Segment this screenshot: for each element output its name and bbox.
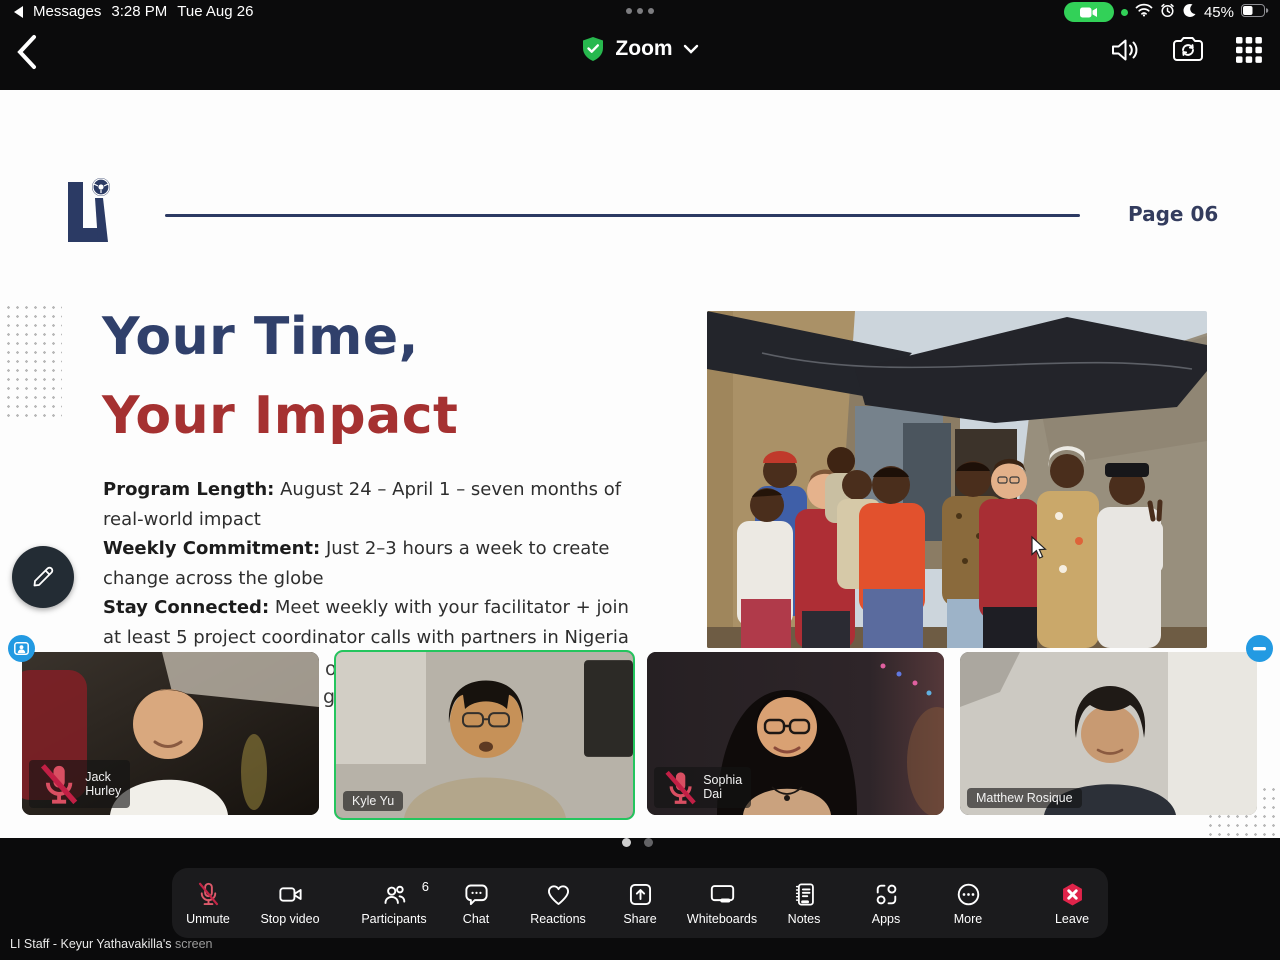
participant-video-kyle-yu-active-speaker[interactable]: Kyle Yu: [334, 650, 635, 820]
zoom-meeting-screen: Messages 3:28 PM Tue Aug 26 45% Zoom Pag…: [0, 0, 1280, 960]
apps-button[interactable]: Apps: [847, 881, 925, 926]
participant-video-jack-hurley[interactable]: Jack Hurley: [22, 652, 319, 815]
slide-title-line2: Your Impact: [102, 386, 459, 446]
unmute-button[interactable]: Unmute: [169, 881, 247, 926]
statusbar-left[interactable]: Messages 3:28 PM Tue Aug 26: [14, 3, 253, 20]
statusbar-right: 45%: [1063, 2, 1269, 22]
multitask-indicator-icon[interactable]: [626, 8, 654, 14]
muted-mic-icon: [40, 763, 78, 804]
stop-video-button[interactable]: Stop video: [251, 881, 329, 926]
nametag: Jack Hurley: [29, 759, 131, 808]
notes-button[interactable]: Notes: [765, 881, 843, 926]
participant-video-sophia-dai[interactable]: Sophia Dai: [647, 652, 944, 815]
nametag: Kyle Yu: [343, 791, 404, 811]
back-to-app-icon: [14, 5, 23, 18]
chat-button[interactable]: Chat: [437, 881, 515, 926]
participants-button[interactable]: 6 Participants: [355, 878, 433, 926]
show-self-view-button[interactable]: [8, 635, 35, 662]
encryption-shield-icon: [583, 37, 604, 61]
annotate-pencil-button[interactable]: [12, 546, 74, 608]
participant-video-matthew-rosique[interactable]: Matthew Rosique: [960, 652, 1257, 815]
slide-dot-decoration: [4, 303, 62, 418]
screen-share-source-label: LI Staff - Keyur Yathavakilla's screen: [10, 937, 213, 951]
whiteboards-button[interactable]: Whiteboards: [683, 881, 761, 926]
meeting-toolbar: Unmute Stop video 6 Participants Chat Re…: [172, 868, 1108, 938]
hide-videos-button[interactable]: [1246, 635, 1273, 662]
camera-in-use-indicator-icon: [1063, 2, 1114, 22]
mic-active-dot-icon: [1120, 8, 1128, 16]
participants-count-badge: 6: [421, 878, 429, 894]
li-logo: [68, 178, 110, 242]
battery-icon: [1241, 3, 1269, 21]
back-to-app-label[interactable]: Messages: [33, 3, 101, 20]
more-button[interactable]: More: [929, 881, 1007, 926]
chevron-down-icon: [683, 44, 698, 54]
share-button[interactable]: Share: [601, 881, 679, 926]
apps-grid-button[interactable]: [1236, 37, 1262, 68]
meeting-title-label: Zoom: [615, 37, 673, 60]
nametag: Sophia Dai: [654, 766, 752, 808]
battery-percent: 45%: [1203, 3, 1234, 21]
navbar-actions: [1110, 36, 1262, 69]
slide-divider-line: [165, 214, 1080, 217]
wifi-icon: [1135, 3, 1153, 21]
statusbar: Messages 3:28 PM Tue Aug 26 45%: [0, 0, 1280, 24]
slide-title-line1: Your Time,: [102, 307, 419, 367]
focus-moon-icon: [1182, 3, 1197, 22]
meeting-title[interactable]: Zoom: [0, 36, 1280, 62]
clock: 3:28 PM: [111, 3, 168, 20]
slide-page-number: Page 06: [1128, 202, 1219, 226]
meeting-navbar: Zoom: [0, 24, 1280, 86]
slide-body-text: Program Length: August 24 – April 1 – se…: [103, 479, 629, 648]
speaker-button[interactable]: [1110, 36, 1140, 69]
filmstrip-page-dots[interactable]: [622, 838, 653, 847]
reactions-button[interactable]: Reactions: [519, 881, 597, 926]
leave-button[interactable]: Leave: [1033, 881, 1111, 926]
switch-camera-button[interactable]: [1172, 36, 1204, 69]
slide-title: Your Time, Your Impact: [102, 298, 458, 456]
muted-mic-icon: [665, 770, 696, 805]
slide-group-photo: [707, 311, 1207, 648]
date: Tue Aug 26: [177, 3, 254, 20]
alarm-icon: [1160, 3, 1175, 22]
nametag: Matthew Rosique: [967, 788, 1082, 808]
